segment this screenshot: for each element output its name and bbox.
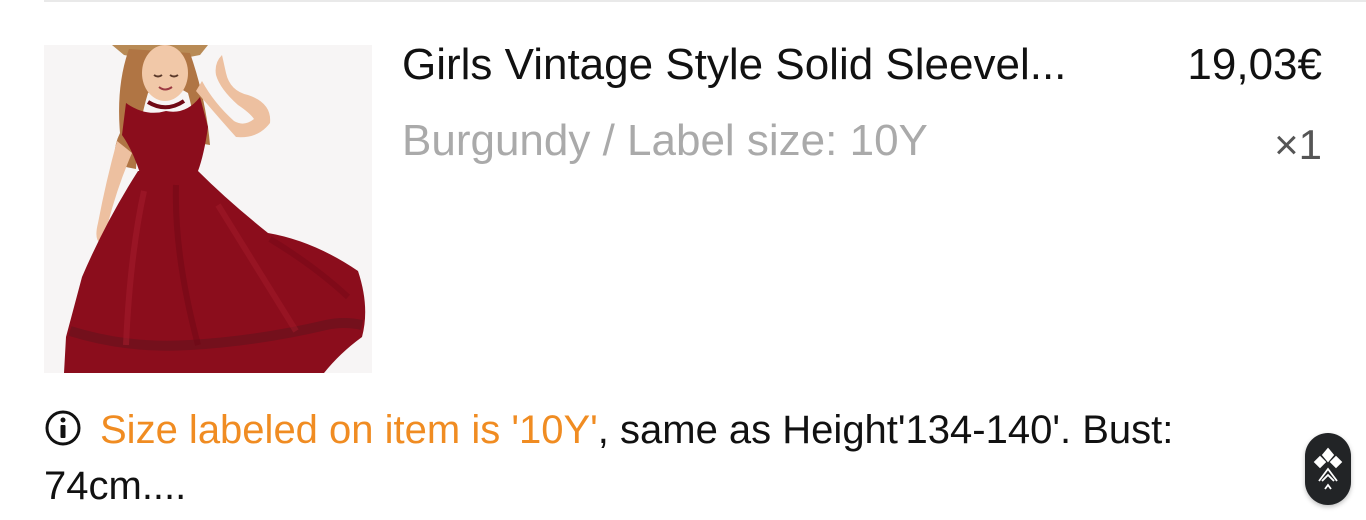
size-note: Size labeled on item is '10Y', same as H… [44,402,1284,514]
product-price: 19,03€ [1187,40,1322,89]
floating-badge[interactable] [1305,433,1351,505]
product-image[interactable] [44,45,372,373]
top-divider [44,0,1366,2]
product-quantity[interactable]: ×1 [1274,118,1322,172]
product-variant[interactable]: Burgundy / Label size: 10Y [402,114,928,168]
size-note-highlight: Size labeled on item is '10Y' [100,408,598,452]
brand-logo-icon [1313,447,1343,490]
dress-illustration [44,45,372,373]
product-title[interactable]: Girls Vintage Style Solid Sleevel... [402,38,1142,92]
cart-item-view: Girls Vintage Style Solid Sleevel... 19,… [0,0,1366,520]
info-icon[interactable] [44,406,82,446]
